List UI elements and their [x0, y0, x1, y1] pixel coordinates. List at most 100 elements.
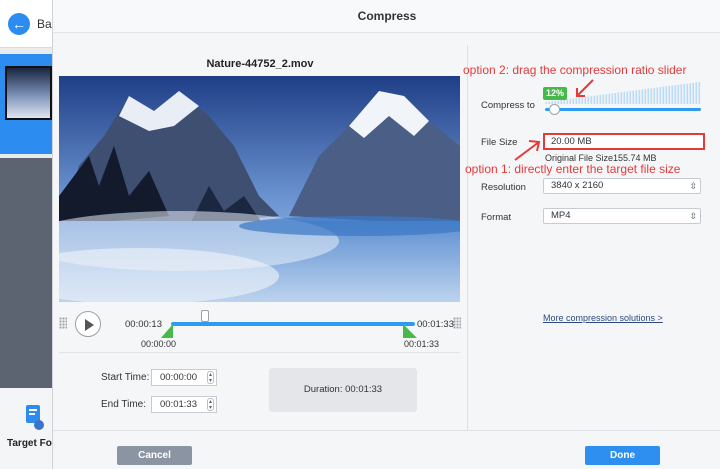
- compression-graph-bar: [692, 82, 695, 104]
- compression-graph-bar: [695, 82, 698, 104]
- end-time-input[interactable]: 00:01:33 ▴ ▾: [151, 396, 217, 413]
- clip-start-time: 00:00:00: [141, 339, 177, 349]
- compression-graph-bar: [617, 92, 620, 104]
- trim-end-marker[interactable]: [403, 324, 417, 338]
- done-button[interactable]: Done: [585, 446, 660, 465]
- compression-graph-bar: [668, 85, 671, 104]
- compression-graph-bar: [671, 85, 674, 104]
- compression-ratio-graph: [545, 82, 701, 104]
- end-time-stepper-icon[interactable]: ▴ ▾: [207, 398, 214, 411]
- start-time-label: Start Time:: [101, 372, 150, 383]
- compression-graph-bar: [659, 87, 662, 104]
- end-time-value: 00:01:33: [160, 399, 197, 410]
- compression-graph-bar: [689, 83, 692, 104]
- target-format-label[interactable]: Target For: [7, 438, 56, 449]
- resolution-select[interactable]: 3840 x 2160 ⇳: [543, 178, 701, 194]
- compression-graph-bar: [683, 83, 686, 104]
- compression-graph-bar: [611, 93, 614, 104]
- compression-graph-bar: [614, 92, 617, 104]
- compression-graph-bar: [596, 95, 599, 104]
- compression-percent-badge: 12%: [543, 87, 568, 100]
- compression-graph-bar: [608, 93, 611, 104]
- compression-slider-knob[interactable]: [549, 104, 560, 115]
- start-time-value: 00:00:00: [160, 372, 197, 383]
- play-button[interactable]: [75, 311, 101, 337]
- dialog-title: Compress: [53, 0, 720, 33]
- compression-graph-bar: [569, 98, 572, 104]
- clip-end-time: 00:01:33: [404, 339, 440, 349]
- cancel-button[interactable]: Cancel: [117, 446, 192, 465]
- compression-graph-bar: [635, 90, 638, 104]
- compress-to-label: Compress to: [481, 100, 535, 111]
- compression-graph-bar: [650, 88, 653, 104]
- duration-display: Duration: 00:01:33: [269, 368, 417, 412]
- compression-graph-bar: [623, 91, 626, 104]
- compress-dialog: Compress Nature-44752_2.mov 00:00:13 00:…: [52, 0, 720, 469]
- compression-graph-bar: [644, 89, 647, 104]
- duration-value: 00:01:33: [345, 384, 383, 395]
- compression-graph-bar: [656, 87, 659, 104]
- format-value: MP4: [551, 210, 571, 221]
- resolution-value: 3840 x 2160: [551, 180, 604, 191]
- compression-graph-bar: [560, 100, 563, 104]
- annotation-arrow-icon: [576, 79, 594, 97]
- annotation-arrow-icon: [514, 140, 541, 161]
- compression-graph-bar: [674, 85, 677, 104]
- compression-graph-bar: [602, 94, 605, 104]
- compression-graph-bar: [605, 94, 608, 104]
- trim-timeline[interactable]: [171, 322, 415, 326]
- video-preview: [59, 76, 460, 302]
- compression-graph-bar: [548, 101, 551, 104]
- annotation-option-2: option 2: drag the compression ratio sli…: [463, 63, 687, 77]
- compression-graph-bar: [647, 88, 650, 104]
- format-label: Format: [481, 212, 512, 223]
- timeline-grip-right-icon[interactable]: [453, 317, 461, 329]
- compression-graph-bar: [563, 99, 566, 104]
- more-compression-solutions-link[interactable]: More compression solutions >: [543, 313, 663, 323]
- compression-graph-bar: [665, 86, 668, 104]
- compression-graph-bar: [626, 91, 629, 104]
- target-format-icon[interactable]: [24, 405, 44, 431]
- compression-graph-bar: [620, 92, 623, 104]
- total-time: 00:01:33: [417, 319, 454, 330]
- compression-ratio-slider[interactable]: [545, 108, 701, 111]
- start-time-input[interactable]: 00:00:00 ▴ ▾: [151, 369, 217, 386]
- compression-graph-bar: [629, 91, 632, 104]
- compression-graph-bar: [641, 89, 644, 104]
- resolution-label: Resolution: [481, 182, 526, 193]
- compression-graph-bar: [662, 86, 665, 104]
- file-name: Nature-44752_2.mov: [206, 58, 314, 70]
- playhead-handle[interactable]: [201, 310, 209, 322]
- compression-graph-bar: [677, 84, 680, 104]
- divider: [59, 352, 460, 353]
- current-time: 00:00:13: [125, 319, 162, 330]
- compression-graph-bar: [632, 90, 635, 104]
- background-video-thumbnail: [5, 66, 52, 120]
- back-label[interactable]: Ba: [37, 17, 52, 31]
- duration-label: Duration:: [303, 384, 343, 395]
- compression-graph-bar: [653, 87, 656, 104]
- compression-graph-bar: [599, 94, 602, 104]
- compression-graph-bar: [566, 99, 569, 104]
- compression-graph-bar: [698, 82, 701, 104]
- annotation-option-1: option 1: directly enter the target file…: [465, 162, 681, 176]
- trim-start-marker[interactable]: [161, 324, 173, 338]
- compression-graph-bar: [638, 89, 641, 104]
- timeline-grip-left-icon[interactable]: [59, 317, 67, 329]
- format-select[interactable]: MP4 ⇳: [543, 208, 701, 224]
- compression-graph-bar: [545, 102, 548, 104]
- compression-graph-bar: [686, 83, 689, 104]
- compression-graph-bar: [557, 100, 560, 104]
- compression-graph-bar: [680, 84, 683, 104]
- back-icon[interactable]: ←: [8, 13, 30, 35]
- file-size-label: File Size: [481, 137, 518, 148]
- chevron-updown-icon: ⇳: [689, 181, 697, 191]
- file-size-input[interactable]: 20.00 MB: [543, 133, 705, 150]
- background-panel: [0, 158, 52, 388]
- pane-divider: [467, 45, 468, 430]
- chevron-updown-icon: ⇳: [689, 211, 697, 221]
- background-app: ← Ba Target For: [0, 0, 56, 469]
- footer-divider: [53, 430, 720, 431]
- end-time-label: End Time:: [101, 399, 147, 410]
- start-time-stepper-icon[interactable]: ▴ ▾: [207, 371, 214, 384]
